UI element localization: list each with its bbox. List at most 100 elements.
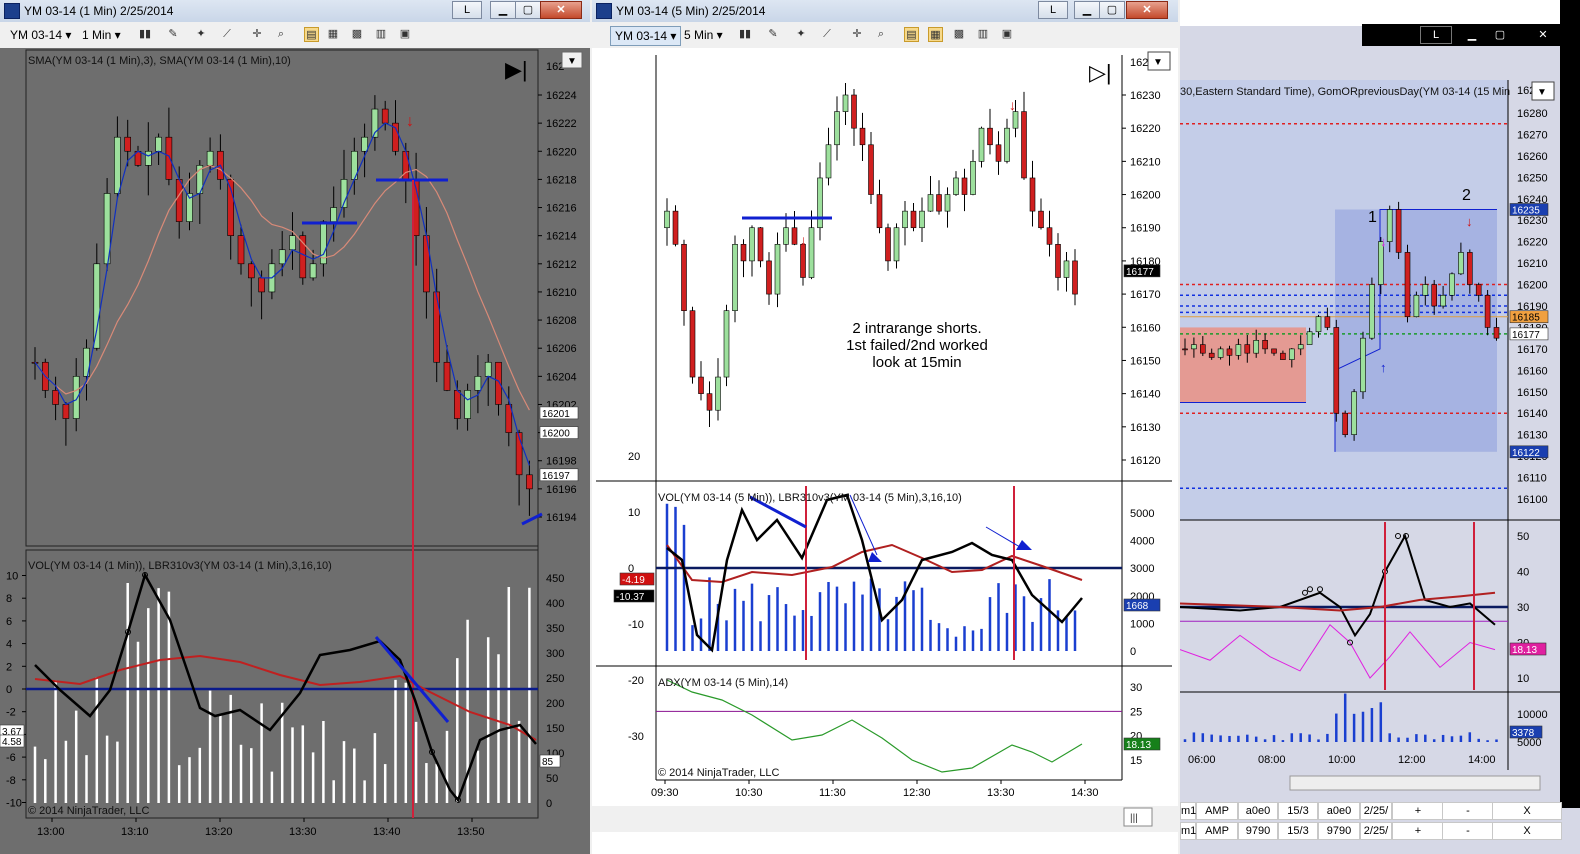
candle-body [1466,252,1473,285]
candle-body [330,207,338,222]
price-tick-label: 16130 [1130,422,1161,434]
middle-copyright: © 2014 NinjaTrader, LLC [658,767,780,779]
candle-body [1404,252,1411,318]
price-tick-label: 16260 [1517,151,1548,163]
left-price-panel-label: SMA(YM 03-14 (1 Min),3), SMA(YM 03-14 (1… [28,55,291,67]
price-tick-label: 16214 [546,231,577,243]
osc-tick-label: 0 [6,684,12,696]
price-tick-label: 16140 [1130,389,1161,401]
candle-body [433,291,441,363]
account-cell: 15/3 [1278,822,1318,840]
candle-body [715,376,721,411]
candle-body [1055,244,1061,278]
candle-body [1297,344,1304,350]
price-tick-label: 16212 [546,259,577,271]
adx-tick-label: 15 [1130,755,1142,767]
candle-body [155,136,162,152]
vol-tick-label: 5000 [1130,508,1154,520]
price-tick-label: 16220 [1517,237,1548,249]
price-tick-label: 16210 [1517,258,1548,270]
candle-body [1244,344,1251,354]
account-cell: 2/25/ [1360,802,1392,820]
vol-tick-label: 300 [546,648,564,660]
chart-window-1min[interactable]: YM 03-14 (1 Min) 2/25/2014 L ▁ ▢ ✕ YM 03… [0,0,590,854]
price-tick-label: 16206 [546,343,577,355]
chart-window-15min[interactable]: L ▁ ▢ ✕ 16280 16270 16260 16250 16240 16230 16… [1180,0,1580,854]
candle-body [175,179,183,222]
middle-background [592,48,1178,830]
marker-label: 1 [1368,209,1377,226]
left-copyright: © 2014 NinjaTrader, LLC [28,805,150,817]
decrease-button[interactable]: - [1442,822,1494,840]
candle-body [876,194,883,229]
candle-body [1413,294,1420,318]
vol-tick-label: 150 [546,723,564,735]
scroll-grip-icon: ||| [1130,813,1138,824]
scroll-end-icon: ▷| [1089,60,1112,85]
arrow-down-icon: ↓ [1380,234,1387,249]
close-position-button[interactable]: X [1492,822,1562,840]
account-cell: m1 [1180,802,1196,820]
price-tick-label: 16100 [1517,494,1548,506]
candle-body [1306,331,1313,345]
candle-body [689,310,696,378]
middle-vol-panel-label: VOL(YM 03-14 (5 Min)), LBR310v3(YM 03-14… [658,492,962,504]
candle-body [919,210,925,229]
candle-body [206,150,214,166]
price-flag: 16201 [542,409,570,420]
osc-tick-label: 20 [628,451,640,463]
candle-body [961,177,968,195]
price-tick-label: 16208 [546,315,577,327]
price-tick-label: 16210 [546,287,577,299]
candle-body [970,161,976,195]
chevron-down-icon: ▼ [1537,87,1547,98]
price-tick-label: 16198 [546,456,577,468]
price-tick-label: 162 [1130,57,1148,69]
osc-tick-label: 30 [1517,602,1529,614]
account-cell: m1 [1180,822,1196,840]
candle-body [1182,348,1188,351]
increase-button[interactable]: + [1392,822,1444,840]
candle-body [808,227,815,278]
candle-body [732,244,738,311]
osc-tick-label: 4 [6,639,12,651]
price-tick-label: 16190 [1130,223,1161,235]
price-tick-label: 16220 [1130,123,1161,135]
candle-body [114,136,121,194]
osc-tick-label: 6 [6,616,12,628]
price-tick-label: 16150 [1517,387,1548,399]
vol-tick-label: 350 [546,623,564,635]
middle-chart-canvas[interactable]: 1623016220162101620016190161801617016160… [592,0,1178,854]
chevron-down-icon: ▼ [567,56,577,67]
chart-window-5min[interactable]: YM 03-14 (5 Min) 2/25/2014 L ▁ ▢ ✕ YM 03… [592,0,1178,854]
candle-body [381,108,389,124]
candle-body [278,249,286,265]
account-cell: 15/3 [1278,802,1318,820]
candle-body [1360,337,1366,393]
price-tick-label: 16194 [546,512,577,524]
candle-body [464,390,471,419]
time-tick-label: 13:50 [457,826,485,838]
vol-tick-label: 450 [546,573,564,585]
increase-button[interactable]: + [1392,802,1444,820]
candle-body [698,376,704,394]
osc-flag-red: -4.19 [622,575,645,586]
right-chart-canvas[interactable]: 1628016270162601625016240162301622016210… [1180,0,1580,854]
annotation-line-2: 1st failed/2nd worked [846,337,988,354]
time-tick-label: 13:20 [205,826,233,838]
candle-body [423,235,430,293]
price-flag: 16185 [1512,313,1540,324]
left-chart-canvas[interactable]: 16224 16222 16220 16218 16216 16214 16212 16210… [0,0,590,854]
candle-body [825,144,832,179]
arrow-down-icon: ↓ [406,113,414,130]
price-tick-label: 16204 [546,371,577,383]
close-position-button[interactable]: X [1492,802,1562,820]
time-tick-label: 12:00 [1398,754,1426,766]
vol-tick-label: 0 [1130,646,1136,658]
decrease-button[interactable]: - [1442,802,1494,820]
candle-body [361,136,368,152]
vol-tick-label: 250 [546,673,564,685]
account-cell: 2/25/ [1360,822,1392,840]
price-flag: 16235 [1512,206,1540,217]
candle-body [1226,348,1233,356]
